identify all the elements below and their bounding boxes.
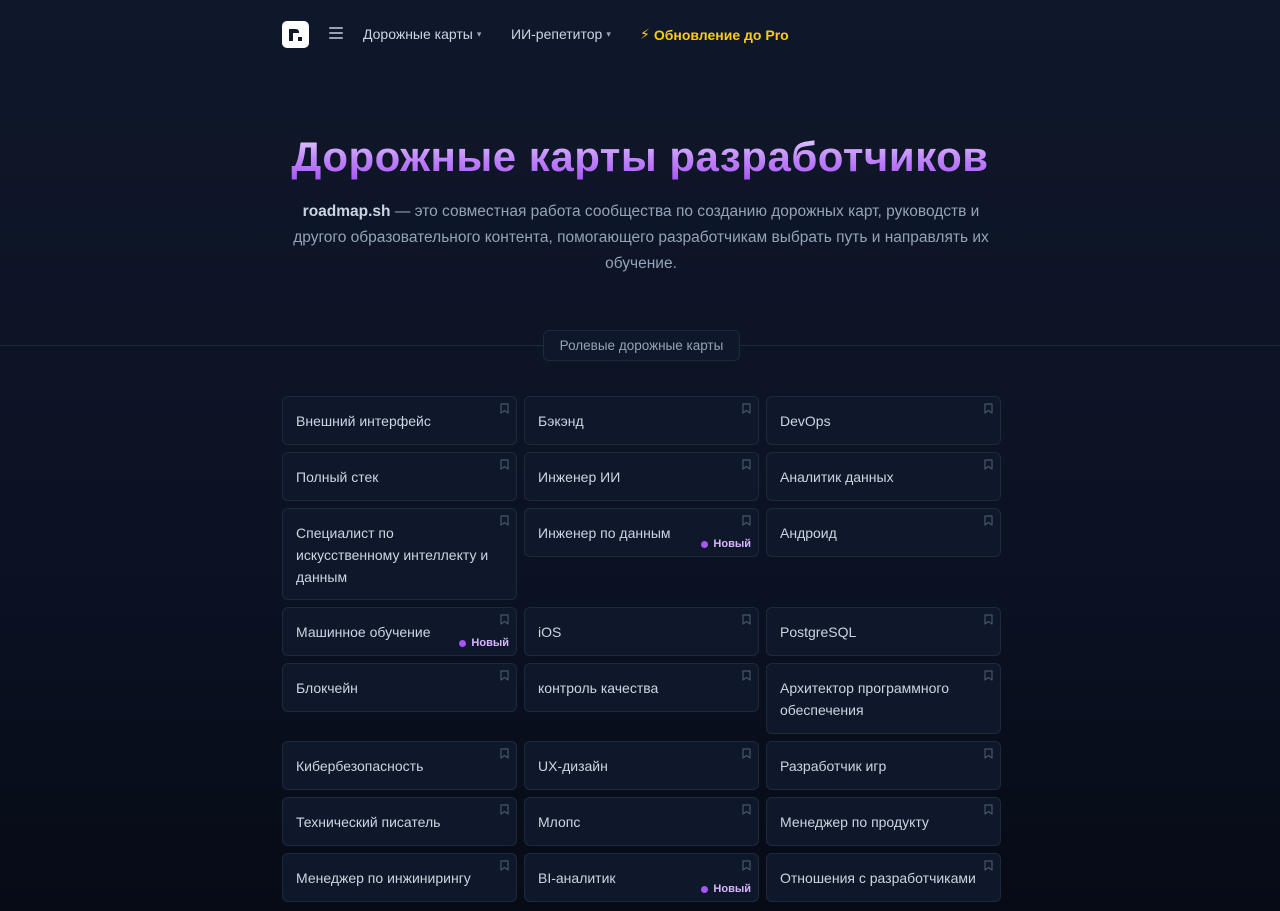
bookmark-icon[interactable] bbox=[984, 459, 993, 470]
bookmark-icon[interactable] bbox=[984, 403, 993, 414]
page-description: roadmap.sh — это совместная работа сообщ… bbox=[282, 199, 1000, 277]
nav-ai-tutor-dropdown[interactable]: ИИ-репетитор ▾ bbox=[511, 26, 611, 42]
new-badge-label: Новый bbox=[713, 538, 751, 550]
roadmap-card[interactable]: UX-дизайн bbox=[524, 741, 759, 790]
roadmap-card[interactable]: PostgreSQL bbox=[766, 607, 1001, 656]
roadmap-card[interactable]: Отношения с разработчиками bbox=[766, 853, 1001, 902]
roadmap-card-label: Технический писатель bbox=[296, 814, 441, 830]
roadmap-card[interactable]: Архитектор программного обеспечения bbox=[766, 663, 1001, 734]
chevron-down-icon: ▾ bbox=[606, 29, 611, 39]
roadmap-card[interactable]: Менеджер по инжинирингу bbox=[282, 853, 517, 902]
roadmap-card[interactable]: Менеджер по продукту bbox=[766, 797, 1001, 846]
lightning-icon: ⚡ bbox=[640, 26, 650, 42]
new-dot-icon bbox=[701, 885, 709, 893]
nav-roadmaps-label: Дорожные карты bbox=[363, 26, 473, 42]
bookmark-icon[interactable] bbox=[500, 670, 509, 681]
roadmap-card-label: Архитектор программного обеспечения bbox=[780, 680, 950, 718]
new-badge-label: Новый bbox=[713, 883, 751, 895]
roadmap-card-label: Менеджер по продукту bbox=[780, 814, 929, 830]
bookmark-icon[interactable] bbox=[742, 515, 751, 526]
bookmark-icon[interactable] bbox=[500, 459, 509, 470]
bookmark-icon[interactable] bbox=[984, 614, 993, 625]
page-title: Дорожные карты разработчиков bbox=[0, 133, 1280, 181]
roadmap-card[interactable]: контроль качества bbox=[524, 663, 759, 712]
roadmap-card[interactable]: Блокчейн bbox=[282, 663, 517, 712]
section-label: Ролевые дорожные карты bbox=[543, 330, 740, 361]
bookmark-icon[interactable] bbox=[742, 614, 751, 625]
bookmark-icon[interactable] bbox=[742, 860, 751, 871]
roadmap-card-label: Кибербезопасность bbox=[296, 758, 424, 774]
bookmark-icon[interactable] bbox=[500, 804, 509, 815]
roadmap-card[interactable]: BI-аналитик Новый bbox=[524, 853, 759, 902]
roadmap-card-label: PostgreSQL bbox=[780, 624, 857, 640]
roadmap-card-label: Отношения с разработчиками bbox=[780, 870, 976, 886]
roadmap-card[interactable]: Млопс bbox=[524, 797, 759, 846]
roadmap-card[interactable]: Специалист по искусственному интеллекту … bbox=[282, 508, 517, 600]
new-badge: Новый bbox=[701, 538, 751, 550]
roadmap-card[interactable]: Аналитик данных bbox=[766, 452, 1001, 501]
roadmap-card-label: Разработчик игр bbox=[780, 758, 887, 774]
nav-roadmaps-dropdown[interactable]: Дорожные карты ▾ bbox=[363, 26, 481, 42]
roadmap-card-label: Полный стек bbox=[296, 469, 379, 485]
roadmap-card-label: DevOps bbox=[780, 413, 831, 429]
roadmap-card[interactable]: Инженер по данным Новый bbox=[524, 508, 759, 557]
roadmap-card[interactable]: Инженер ИИ bbox=[524, 452, 759, 501]
bookmark-icon[interactable] bbox=[742, 804, 751, 815]
roadmap-card-label: Бэкэнд bbox=[538, 413, 584, 429]
bookmark-icon[interactable] bbox=[984, 748, 993, 759]
new-badge: Новый bbox=[459, 637, 509, 649]
roadmap-card[interactable]: Технический писатель bbox=[282, 797, 517, 846]
upgrade-pro-label: Обновление до Pro bbox=[653, 26, 789, 43]
roadmap-card[interactable]: Андроид bbox=[766, 508, 1001, 557]
roadmap-card[interactable]: DevOps bbox=[766, 396, 1001, 445]
bookmark-icon[interactable] bbox=[742, 459, 751, 470]
bookmark-icon[interactable] bbox=[984, 860, 993, 871]
roadmap-card-label: Инженер ИИ bbox=[538, 469, 621, 485]
chevron-down-icon: ▾ bbox=[476, 29, 482, 39]
roadmap-card[interactable]: Кибербезопасность bbox=[282, 741, 517, 790]
roadmap-card-label: Блокчейн bbox=[296, 680, 358, 696]
bookmark-icon[interactable] bbox=[500, 614, 509, 625]
roadmap-card[interactable]: Машинное обучение Новый bbox=[282, 607, 517, 656]
bookmark-icon[interactable] bbox=[984, 670, 993, 681]
roadmap-card-label: Внешний интерфейс bbox=[296, 413, 431, 429]
roadmap-card[interactable]: Бэкэнд bbox=[524, 396, 759, 445]
roadmap-card[interactable]: Полный стек bbox=[282, 452, 517, 501]
roadmap-logo-icon[interactable] bbox=[282, 21, 309, 48]
bookmark-icon[interactable] bbox=[500, 860, 509, 871]
upgrade-pro-link[interactable]: ⚡ Обновление до Pro bbox=[640, 26, 789, 43]
roadmap-card-label: Специалист по искусственному интеллекту … bbox=[296, 525, 489, 585]
new-dot-icon bbox=[459, 639, 467, 647]
bookmark-icon[interactable] bbox=[742, 748, 751, 759]
roadmap-card[interactable]: Внешний интерфейс bbox=[282, 396, 517, 445]
new-badge-label: Новый bbox=[471, 637, 509, 649]
bookmark-icon[interactable] bbox=[984, 804, 993, 815]
roadmap-card[interactable]: Разработчик игр bbox=[766, 741, 1001, 790]
nav-ai-tutor-label: ИИ-репетитор bbox=[511, 26, 603, 42]
new-badge: Новый bbox=[701, 883, 751, 895]
bookmark-icon[interactable] bbox=[500, 515, 509, 526]
roadmap-card[interactable]: iOS bbox=[524, 607, 759, 656]
roadmap-card-label: iOS bbox=[538, 624, 562, 640]
roadmap-card-label: Аналитик данных bbox=[780, 469, 894, 485]
description-text: — это совместная работа сообщества по со… bbox=[293, 203, 989, 272]
roadmap-card-label: UX-дизайн bbox=[538, 758, 608, 774]
new-dot-icon bbox=[701, 540, 709, 548]
roadmap-card-label: контроль качества bbox=[538, 680, 659, 696]
bookmark-icon[interactable] bbox=[742, 403, 751, 414]
roadmap-card-label: Млопс bbox=[538, 814, 581, 830]
brand-name: roadmap.sh bbox=[302, 203, 391, 220]
roadmap-card-label: Андроид bbox=[780, 525, 837, 541]
bookmark-icon[interactable] bbox=[984, 515, 993, 526]
bookmark-icon[interactable] bbox=[500, 748, 509, 759]
top-navbar: Дорожные карты ▾ ИИ-репетитор ▾ ⚡ Обновл… bbox=[0, 0, 1280, 70]
bookmark-icon[interactable] bbox=[500, 403, 509, 414]
roadmap-card-label: Менеджер по инжинирингу bbox=[296, 870, 471, 886]
menu-icon[interactable] bbox=[329, 27, 343, 39]
bookmark-icon[interactable] bbox=[742, 670, 751, 681]
